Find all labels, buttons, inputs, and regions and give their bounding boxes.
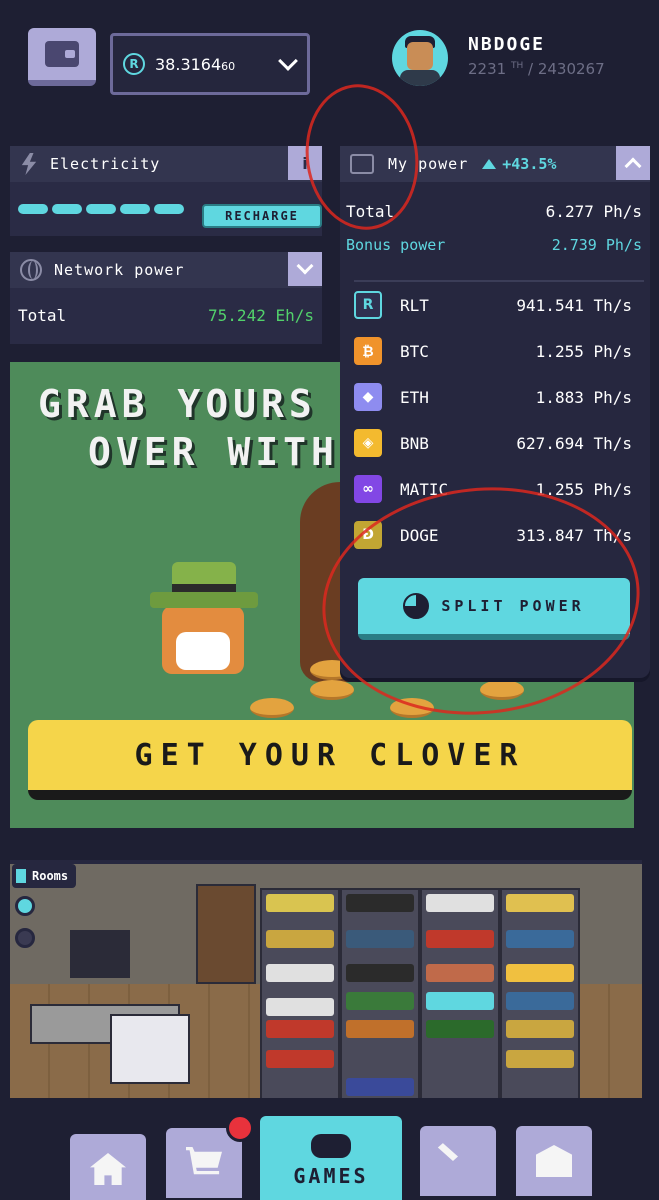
get-clover-button[interactable]: GET YOUR CLOVER [28, 720, 632, 800]
chevron-down-icon [296, 257, 314, 275]
rlt-coin-icon: R [354, 291, 382, 319]
room-selector-dot[interactable] [15, 928, 35, 948]
marketplace-button[interactable] [420, 1126, 496, 1196]
games-button[interactable]: GAMES [260, 1116, 402, 1200]
username: NBDOGE [468, 34, 546, 55]
energy-bars [18, 204, 184, 214]
home-icon [90, 1153, 126, 1185]
user-rank: 2231 TH / 2430267 [468, 60, 605, 78]
rlt-coin-icon: R [123, 53, 145, 75]
list-item: ₿ BTC 1.255 Ph/s [354, 328, 644, 374]
bonus-power-label: Bonus power [346, 236, 446, 254]
network-total-row: Total 75.242 Eh/s [18, 306, 314, 325]
chevron-down-icon [278, 51, 298, 71]
wallet-button[interactable] [28, 28, 96, 86]
eth-coin-icon: ◆ [354, 383, 382, 411]
matic-coin-icon: ∞ [354, 475, 382, 503]
cart-icon [186, 1147, 222, 1175]
door-icon [16, 869, 26, 883]
bonus-power-row: Bonus power 2.739 Ph/s [346, 236, 642, 254]
bonus-power-value: 2.739 Ph/s [551, 236, 642, 254]
list-item: R RLT 941.541 Th/s [354, 282, 644, 328]
network-power-expand-button[interactable] [288, 252, 322, 286]
electricity-panel: Electricity i RECHARGE [10, 146, 322, 236]
storage-button[interactable] [516, 1126, 592, 1196]
my-power-total-value: 6.277 Ph/s [545, 202, 642, 221]
balance-amount: 38.316460 [155, 54, 236, 74]
home-button[interactable] [70, 1134, 146, 1200]
warehouse-icon [536, 1145, 572, 1177]
bnb-coin-icon: ◈ [354, 429, 382, 457]
rooms-label[interactable]: Rooms [12, 864, 77, 888]
gamepad-icon [311, 1134, 351, 1158]
network-total-value: 75.242 Eh/s [208, 306, 314, 325]
list-item: ◈ BNB 627.694 Th/s [354, 420, 644, 466]
power-trend: +43.5% [482, 155, 556, 173]
wallet-icon [45, 41, 79, 67]
globe-icon [20, 259, 42, 281]
banner-title: GRAB YOURS OVER WITH [38, 382, 339, 474]
rooms-view[interactable] [10, 860, 642, 1100]
arrow-up-icon [482, 159, 497, 169]
list-item: ◆ ETH 1.883 Ph/s [354, 374, 644, 420]
btc-coin-icon: ₿ [354, 337, 382, 365]
balance-selector[interactable]: R 38.316460 [110, 33, 310, 95]
lightning-icon [21, 153, 37, 175]
network-power-label: Network power [54, 261, 185, 279]
electricity-label: Electricity [50, 155, 161, 173]
chevron-up-icon [624, 157, 642, 175]
gavel-icon [437, 1143, 458, 1161]
room-selector-dot[interactable] [15, 896, 35, 916]
notification-badge [226, 1114, 254, 1142]
my-power-collapse-button[interactable] [616, 146, 650, 180]
recharge-button[interactable]: RECHARGE [202, 204, 322, 228]
network-total-label: Total [18, 306, 67, 325]
network-power-panel: Network power Total 75.242 Eh/s [10, 252, 322, 344]
hamster-character-image [150, 562, 258, 674]
avatar[interactable] [392, 30, 448, 86]
